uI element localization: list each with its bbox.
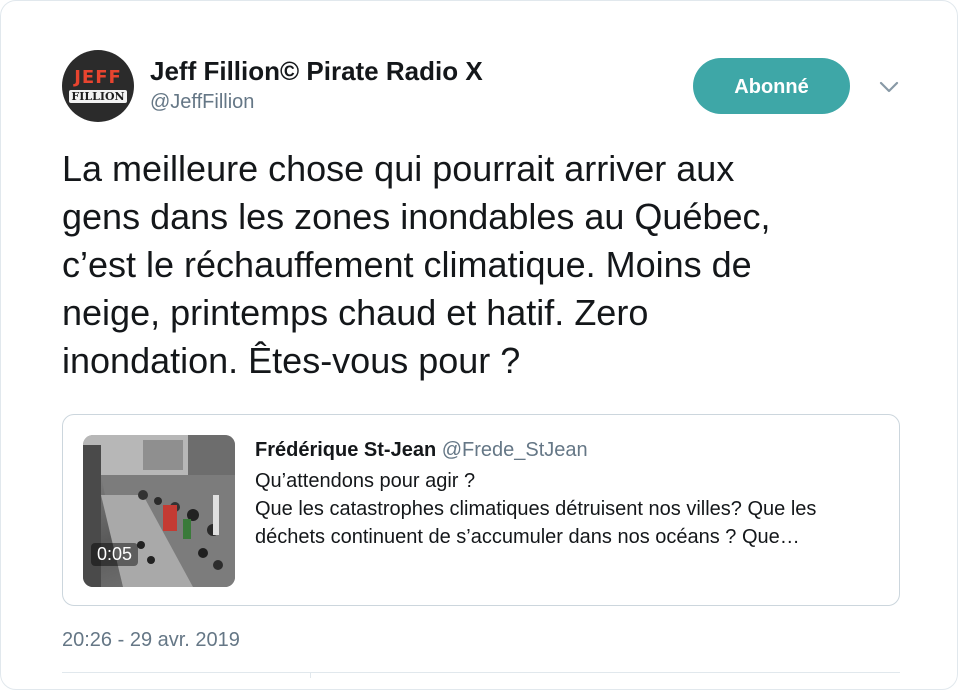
video-duration: 0:05 (91, 543, 139, 566)
tweet-text-line: inondation. Êtes-vous pour ? (62, 340, 521, 381)
author-handle[interactable]: @JeffFillion (150, 90, 254, 114)
divider (62, 672, 900, 673)
avatar-text-bottom: FILLION (69, 90, 127, 103)
tweet-text-line: La meilleure chose qui pourrait arriver … (62, 148, 735, 189)
quoted-text-line: Qu’attendons pour agir ? (255, 470, 476, 492)
tweet-text-line: neige, printemps chaud et hatif. Zero (62, 292, 649, 333)
tweet-text-line: c’est le réchauffement climatique. Moins… (62, 244, 752, 285)
quoted-text-line: déchets continuent de s’accumuler dans n… (255, 526, 800, 548)
quoted-tweet-text: Qu’attendons pour agir ? Que les catastr… (255, 467, 885, 551)
chevron-down-icon[interactable] (876, 76, 902, 98)
tweet-timestamp[interactable]: 20:26 - 29 avr. 2019 (62, 627, 240, 653)
quoted-author[interactable]: Frédérique St-Jean @Frede_StJean (255, 437, 588, 463)
author-name[interactable]: Jeff Fillion© Pirate Radio X (150, 55, 483, 87)
tweet-text: La meilleure chose qui pourrait arriver … (62, 145, 922, 385)
video-thumbnail[interactable]: 0:05 (83, 435, 235, 587)
follow-button[interactable]: Abonné (693, 58, 850, 114)
quoted-tweet[interactable]: 0:05 Frédérique St-Jean @Frede_StJean Qu… (62, 414, 900, 606)
quoted-author-name: Frédérique St-Jean (255, 439, 437, 461)
quoted-text-line: Que les catastrophes climatiques détruis… (255, 498, 817, 520)
quoted-author-handle: @Frede_StJean (441, 439, 588, 461)
avatar[interactable]: JEFF FILLION (62, 50, 134, 122)
tweet-text-line: gens dans les zones inondables au Québec… (62, 196, 771, 237)
divider-tick (310, 672, 311, 678)
avatar-text-top: JEFF (74, 67, 122, 88)
